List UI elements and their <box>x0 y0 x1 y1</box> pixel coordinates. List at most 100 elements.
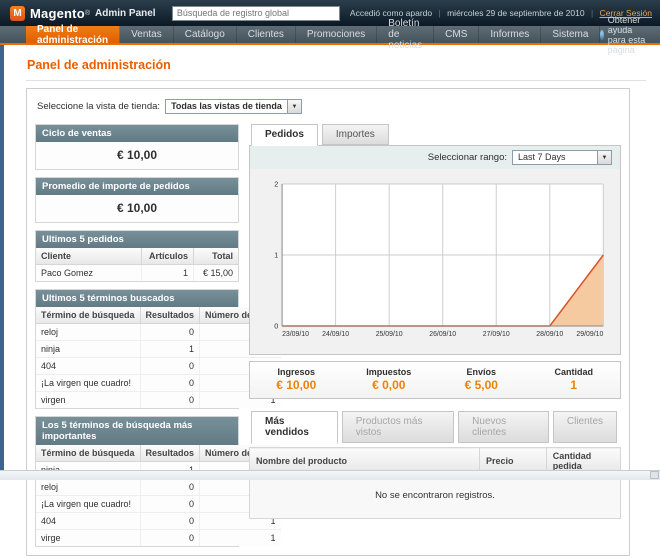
header: M Magento ® Admin Panel Accedió como apa… <box>0 0 660 26</box>
nav-item-promotions[interactable]: Promociones <box>296 26 377 43</box>
nav-item-newsletter[interactable]: Boletín de noticias <box>377 26 434 43</box>
table-row[interactable]: 40401 <box>36 513 281 530</box>
main-nav: Panel de administración Ventas Catálogo … <box>0 26 660 45</box>
table-row[interactable]: Paco Gomez1€ 15,00 <box>36 265 238 282</box>
total-tax: Impuestos € 0,00 <box>343 367 436 392</box>
nav-item-sales[interactable]: Ventas <box>120 26 174 43</box>
table-cell: 0 <box>140 479 200 496</box>
table-cell: 0 <box>140 392 200 409</box>
lifetime-sales-value: € 10,00 <box>36 142 238 169</box>
global-search-input[interactable] <box>172 6 340 21</box>
dashboard-right-column: Pedidos Importes Seleccionar rango: Last… <box>249 124 621 547</box>
svg-text:2: 2 <box>274 179 278 188</box>
table-cell: virgen <box>36 392 140 409</box>
table-cell: 0 <box>140 496 200 513</box>
logo-registered-mark: ® <box>85 10 90 17</box>
dashboard-container: Seleccione la vista de tienda: Todas las… <box>26 88 630 556</box>
logo-admin-panel-label: Admin Panel <box>95 8 156 19</box>
column-header[interactable]: Término de búsqueda <box>36 445 140 462</box>
bestsellers-grid: Nombre del producto Precio Cantidad pedi… <box>249 447 621 519</box>
tab-amounts[interactable]: Importes <box>322 124 389 145</box>
window-bottom-strip <box>0 470 660 480</box>
column-header[interactable]: Artículos <box>141 248 194 265</box>
table-cell: ninja <box>36 341 140 358</box>
table-cell: 1 <box>140 341 200 358</box>
magento-logo-icon: M <box>10 6 25 21</box>
totals-bar: Ingresos € 10,00 Impuestos € 0,00 Envíos… <box>249 361 621 399</box>
orders-chart-panel: Seleccionar rango: Last 7 Days ▼ 0 1 2 23/0… <box>249 146 621 355</box>
select-range-label: Seleccionar rango: <box>428 152 507 163</box>
logo-text: Magento <box>30 6 85 21</box>
table-row[interactable]: virge01 <box>36 530 281 547</box>
title-divider <box>26 80 646 81</box>
column-header[interactable]: Resultados <box>140 445 200 462</box>
top-search-terms-title: Los 5 términos de búsqueda más important… <box>36 417 238 445</box>
top-search-terms-widget: Los 5 términos de búsqueda más important… <box>35 416 239 547</box>
table-row[interactable]: ninja110 <box>36 341 281 358</box>
current-date-text: miércoles 29 de septiembre de 2010 <box>447 8 585 18</box>
table-cell: € 15,00 <box>194 265 238 282</box>
last-orders-widget: Ultimos 5 pedidos Cliente Artículos Tota… <box>35 230 239 282</box>
chart-tabs: Pedidos Importes <box>249 124 621 146</box>
table-cell: reloj <box>36 324 140 341</box>
table-row[interactable]: reloj02 <box>36 324 281 341</box>
table-cell: reloj <box>36 479 140 496</box>
average-orders-value: € 10,00 <box>36 195 238 222</box>
average-orders-title: Promedio de importe de pedidos <box>36 178 238 195</box>
average-orders-widget: Promedio de importe de pedidos € 10,00 <box>35 177 239 223</box>
table-row[interactable]: ¡La virgen que cuadro!02 <box>36 375 281 392</box>
column-header[interactable]: Resultados <box>140 307 200 324</box>
chevron-down-icon: ▼ <box>287 100 301 113</box>
svg-text:24/09/10: 24/09/10 <box>322 331 349 338</box>
empty-grid-message: No se encontraron registros. <box>250 475 621 519</box>
table-cell: 0 <box>140 375 200 392</box>
nav-item-customers[interactable]: Clientes <box>237 26 296 43</box>
store-view-select[interactable]: Todas las vistas de tienda ▼ <box>165 99 302 114</box>
tab-bestsellers[interactable]: Más vendidos <box>251 411 338 444</box>
page-title: Panel de administración <box>27 58 660 72</box>
table-cell: 0 <box>140 530 200 547</box>
column-header[interactable]: Cliente <box>36 248 141 265</box>
nav-item-cms[interactable]: CMS <box>434 26 479 43</box>
column-header[interactable]: Término de búsqueda <box>36 307 140 324</box>
help-icon <box>600 30 603 40</box>
table-cell: 0 <box>140 358 200 375</box>
table-row[interactable]: ¡La virgen que cuadro!02 <box>36 496 281 513</box>
tab-orders[interactable]: Pedidos <box>251 124 318 146</box>
table-cell: 404 <box>36 358 140 375</box>
nav-item-catalog[interactable]: Catálogo <box>174 26 237 43</box>
nav-item-reports[interactable]: Informes <box>479 26 541 43</box>
grid-tabs: Más vendidos Productos más vistos Nuevos… <box>249 411 621 443</box>
lifetime-sales-widget: Ciclo de ventas € 10,00 <box>35 124 239 170</box>
svg-text:26/09/10: 26/09/10 <box>429 331 456 338</box>
get-help-link[interactable]: Obtener ayuda para esta página <box>600 26 660 43</box>
tab-new-customers[interactable]: Nuevos clientes <box>458 411 549 443</box>
svg-text:1: 1 <box>274 250 278 259</box>
range-select[interactable]: Last 7 Days ▼ <box>512 150 612 165</box>
table-cell: ¡La virgen que cuadro! <box>36 496 140 513</box>
svg-text:23/09/10: 23/09/10 <box>282 331 309 338</box>
column-header[interactable]: Total <box>194 248 238 265</box>
lifetime-sales-title: Ciclo de ventas <box>36 125 238 142</box>
nav-item-dashboard[interactable]: Panel de administración <box>26 26 120 43</box>
dashboard-left-column: Ciclo de ventas € 10,00 Promedio de impo… <box>35 124 239 547</box>
nav-item-system[interactable]: Sistema <box>541 26 600 43</box>
store-view-label: Seleccione la vista de tienda: <box>37 101 160 112</box>
table-row[interactable]: reloj02 <box>36 479 281 496</box>
tab-most-viewed[interactable]: Productos más vistos <box>342 411 454 443</box>
svg-text:0: 0 <box>274 321 278 330</box>
chevron-down-icon: ▼ <box>597 151 611 164</box>
magento-logo: M Magento ® Admin Panel <box>10 6 156 21</box>
table-cell: 0 <box>140 324 200 341</box>
table-cell: 1 <box>141 265 194 282</box>
table-cell: Paco Gomez <box>36 265 141 282</box>
last-orders-title: Ultimos 5 pedidos <box>36 231 238 248</box>
svg-text:29/09/10: 29/09/10 <box>576 331 603 338</box>
table-cell: ¡La virgen que cuadro! <box>36 375 140 392</box>
logged-in-as-text: Accedió como apardo <box>350 8 432 18</box>
table-row[interactable]: 40401 <box>36 358 281 375</box>
table-row[interactable]: virgen01 <box>36 392 281 409</box>
svg-text:27/09/10: 27/09/10 <box>483 331 510 338</box>
tab-customers[interactable]: Clientes <box>553 411 617 443</box>
scrollbar-corner[interactable] <box>650 471 659 479</box>
